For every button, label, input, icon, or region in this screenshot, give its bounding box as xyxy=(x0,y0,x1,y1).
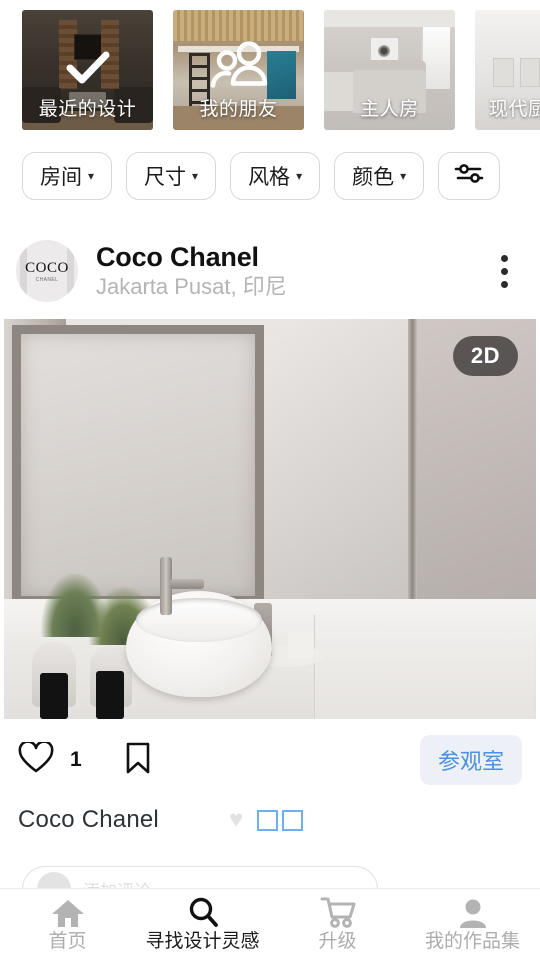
save-button[interactable] xyxy=(124,741,152,780)
view-mode-badge-2d[interactable]: 2D xyxy=(452,336,518,376)
avatar[interactable]: COCO CHANEL xyxy=(16,240,78,302)
advanced-filter-button[interactable] xyxy=(438,152,501,200)
post-action-bar: 1 参观室 xyxy=(0,727,540,793)
category-card-master-bedroom[interactable]: 主人房 xyxy=(324,10,455,130)
category-card-modern-kitchen[interactable]: 现代厨 xyxy=(475,10,540,130)
chevron-down-icon: ▾ xyxy=(192,169,199,183)
cart-icon xyxy=(320,897,356,928)
tofu-box-icon xyxy=(282,809,304,831)
card-label: 现代厨 xyxy=(489,99,540,120)
app-screen: 最近的设计 我的朋友 主人房 现代厨 房间 ▾ 尺寸 ▾ 风格 ▾ 颜色 ▾ C… xyxy=(0,0,540,960)
filter-chip-room[interactable]: 房间 ▾ xyxy=(22,152,113,200)
home-icon xyxy=(51,898,85,928)
post-caption-row: Coco Chanel ♥ xyxy=(0,800,540,840)
kebab-menu-icon[interactable] xyxy=(484,245,524,297)
design-image[interactable]: 2D xyxy=(4,319,536,719)
nav-item-home[interactable]: 首页 xyxy=(0,889,135,960)
nav-label: 升级 xyxy=(318,931,357,952)
filter-chip-label: 颜色 xyxy=(352,166,395,189)
card-label: 主人房 xyxy=(360,99,419,120)
search-icon xyxy=(187,897,219,928)
person-icon xyxy=(458,898,488,928)
avatar-brand-subtext: CHANEL xyxy=(35,276,59,283)
chevron-down-icon: ▾ xyxy=(296,169,303,183)
nav-item-search-inspiration[interactable]: 寻找设计灵感 xyxy=(135,889,270,960)
filter-bar: 房间 ▾ 尺寸 ▾ 风格 ▾ 颜色 ▾ xyxy=(0,148,540,204)
visit-room-button[interactable]: 参观室 xyxy=(419,735,522,785)
nav-label: 寻找设计灵感 xyxy=(145,931,260,952)
nav-label: 首页 xyxy=(48,931,87,952)
filter-chip-label: 风格 xyxy=(248,166,291,189)
sliders-icon xyxy=(454,162,484,190)
avatar-brand-text: COCO xyxy=(25,259,69,276)
category-card-recent-designs[interactable]: 最近的设计 xyxy=(22,10,153,130)
chevron-down-icon: ▾ xyxy=(88,169,95,183)
post-header: COCO CHANEL Coco Chanel Jakarta Pusat, 印… xyxy=(0,228,540,314)
filter-chip-label: 尺寸 xyxy=(144,166,187,189)
unsupported-emoji-glyphs xyxy=(257,809,304,831)
category-card-my-friends[interactable]: 我的朋友 xyxy=(173,10,304,130)
filter-chip-color[interactable]: 颜色 ▾ xyxy=(334,152,425,200)
bottom-navigation-bar: 首页 寻找设计灵感 升级 我的作品集 xyxy=(0,888,540,960)
design-image-art xyxy=(4,319,536,719)
card-label: 最近的设计 xyxy=(38,99,137,120)
post-author-location: Jakarta Pusat, 印尼 xyxy=(96,273,287,299)
filter-chip-style[interactable]: 风格 ▾ xyxy=(230,152,321,200)
chevron-down-icon: ▾ xyxy=(400,169,407,183)
card-label: 我的朋友 xyxy=(199,99,278,120)
like-button[interactable]: 1 xyxy=(18,739,82,779)
filter-chip-label: 房间 xyxy=(40,166,82,189)
tofu-box-icon xyxy=(257,809,279,831)
nav-label: 我的作品集 xyxy=(424,931,520,952)
post-author-name: Coco Chanel xyxy=(96,241,259,272)
post-author-block[interactable]: Coco Chanel Jakarta Pusat, 印尼 xyxy=(96,242,484,300)
check-icon xyxy=(66,51,110,85)
like-count: 1 xyxy=(70,748,82,771)
white-heart-emoji-icon: ♥ xyxy=(228,806,244,833)
friends-group-icon xyxy=(207,40,271,94)
heart-icon xyxy=(18,739,54,779)
caption-author-name: Coco Chanel xyxy=(18,806,159,833)
nav-item-my-portfolio[interactable]: 我的作品集 xyxy=(405,889,540,960)
nav-item-upgrade[interactable]: 升级 xyxy=(270,889,405,960)
category-card-strip[interactable]: 最近的设计 我的朋友 主人房 现代厨 xyxy=(0,0,540,140)
bookmark-icon xyxy=(124,741,152,780)
filter-chip-size[interactable]: 尺寸 ▾ xyxy=(126,152,217,200)
